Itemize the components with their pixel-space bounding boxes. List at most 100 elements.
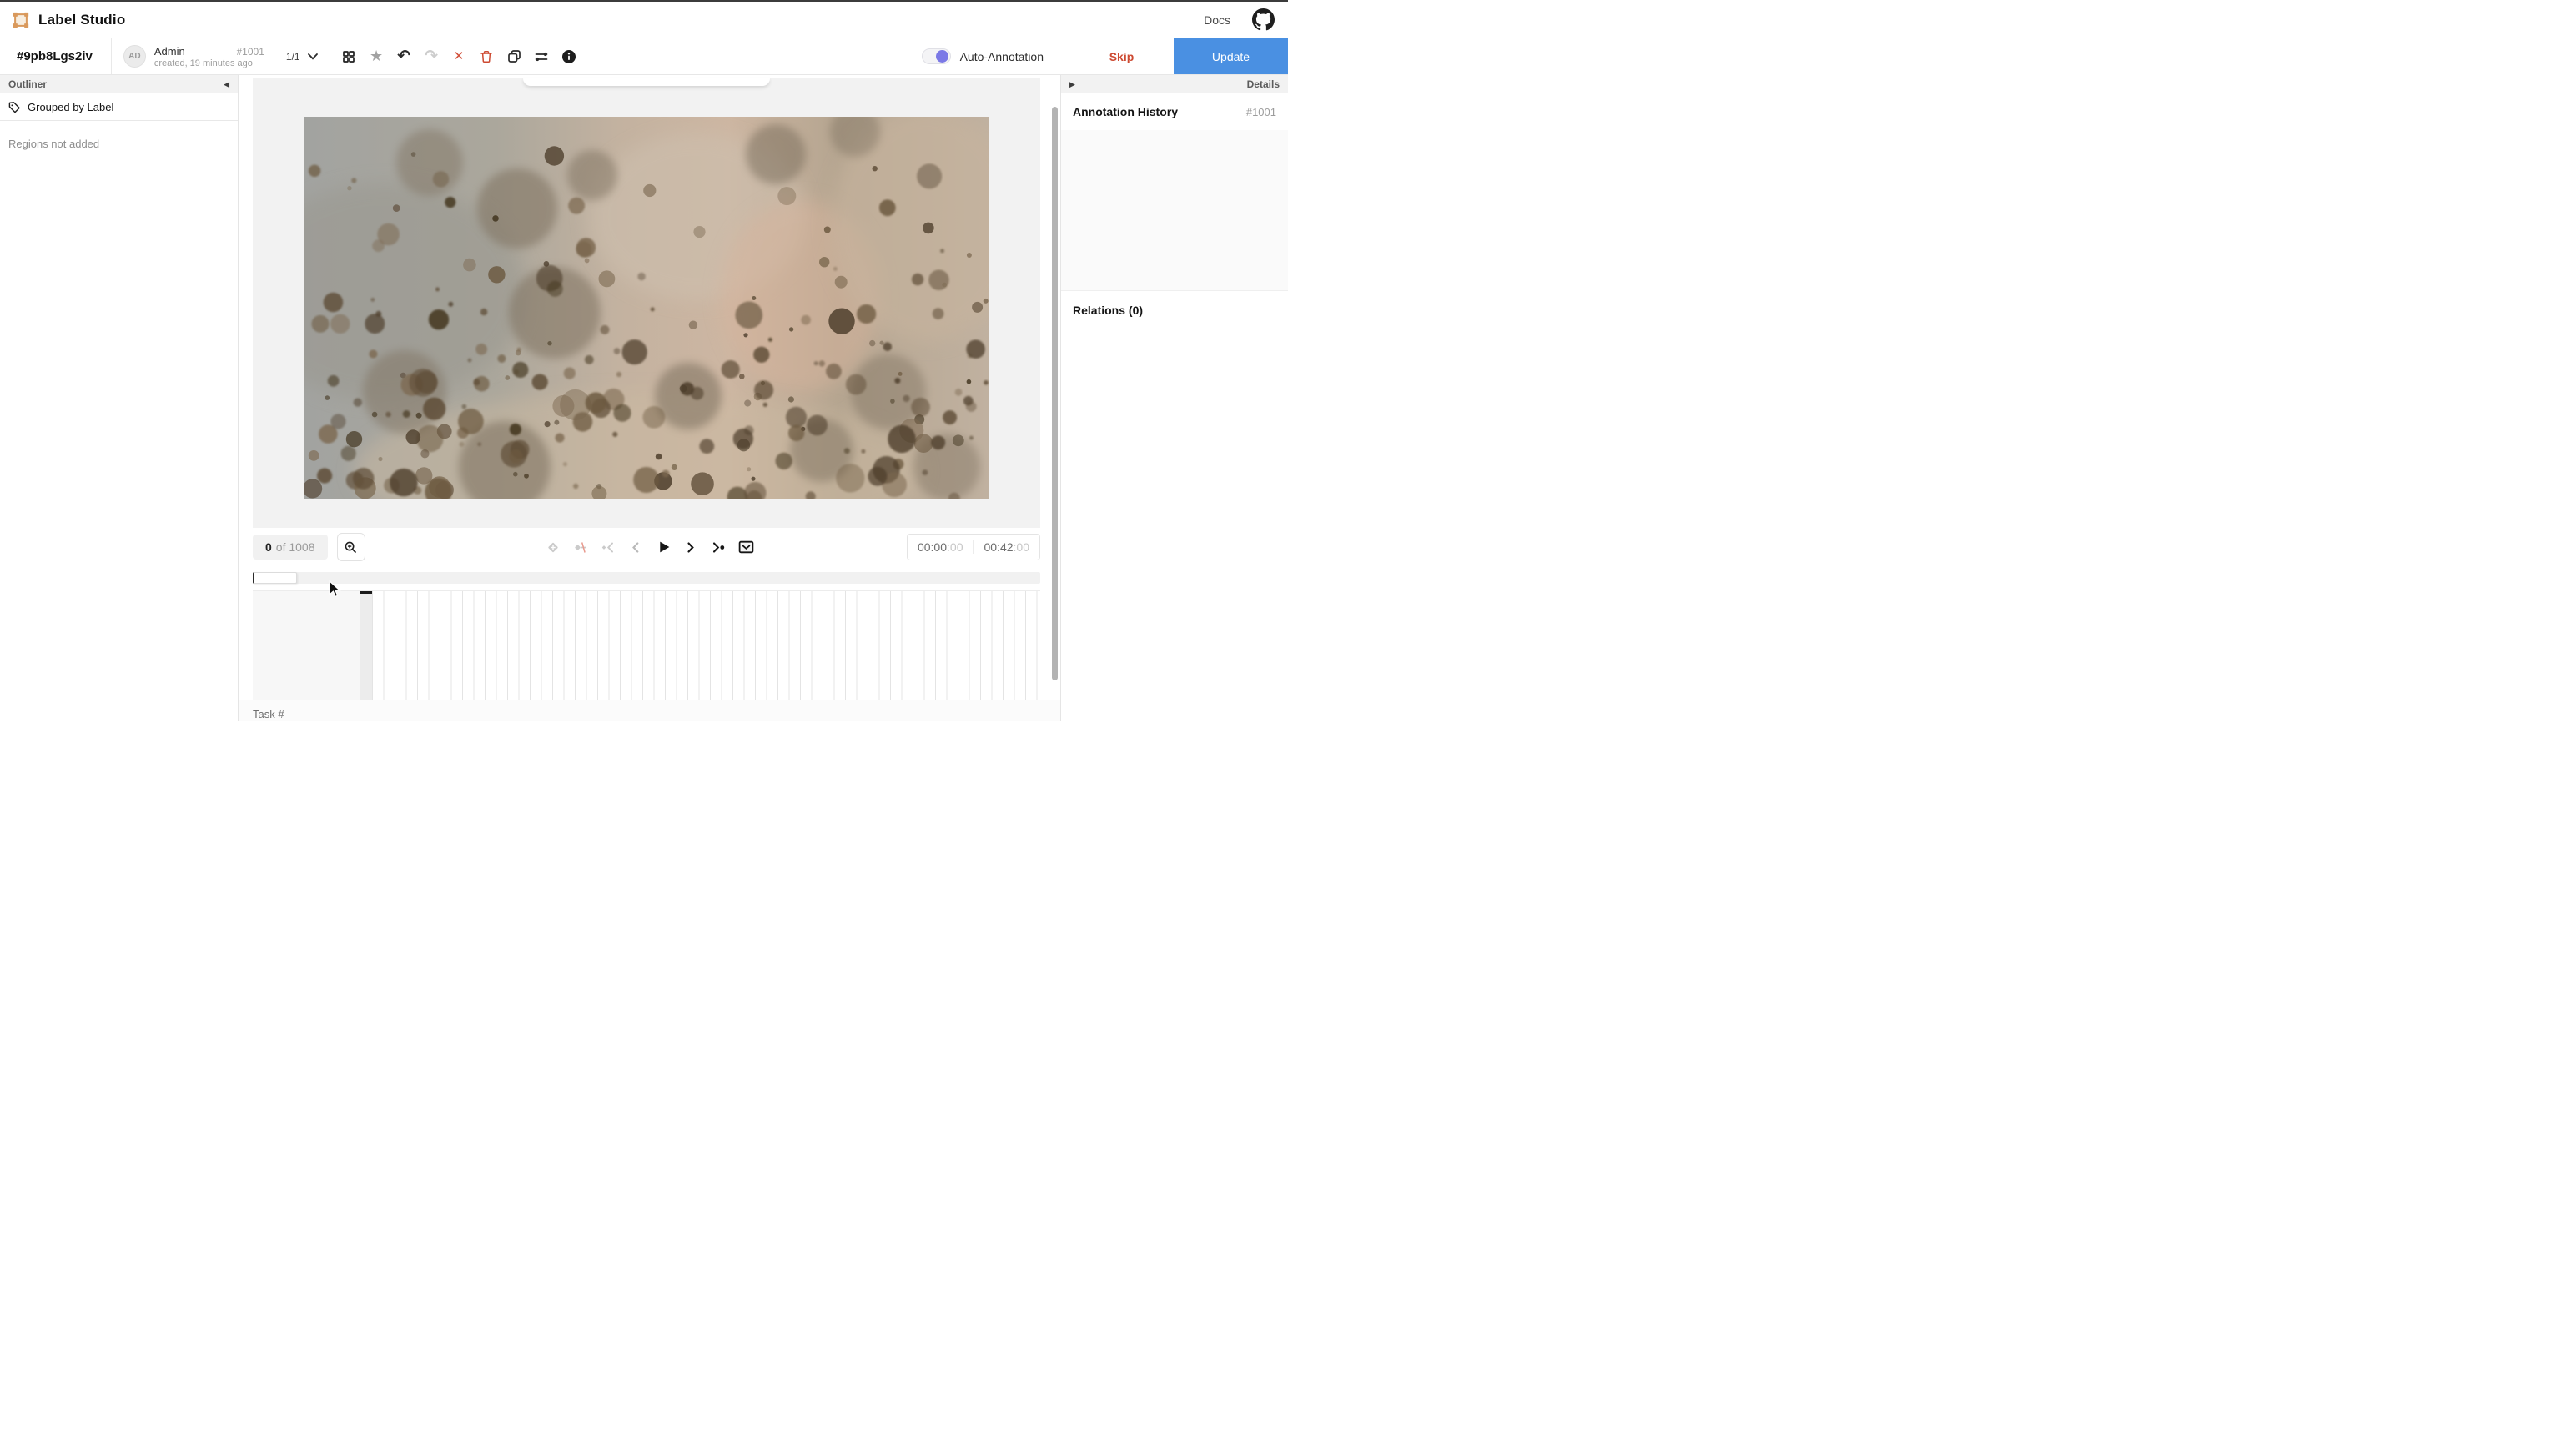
next-keypoint-button[interactable] [710,539,727,555]
time-current: 00:00:00 [908,540,974,554]
keypoint-add-button[interactable] [545,539,561,555]
details-header: ▶ Details [1061,75,1288,93]
project-id: #9pb8Lgs2iv [0,49,111,63]
next-frame-icon [683,540,699,555]
time-total: 00:42:00 [974,540,1039,554]
annotation-stage: 0 of 1008 [239,75,1060,720]
info-button[interactable] [556,38,583,75]
settings-sliders-button[interactable] [528,38,556,75]
regions-empty-text: Regions not added [8,138,238,150]
annotation-id: #1001 [237,46,264,58]
group-mode-label: Grouped by Label [28,101,113,113]
redo-icon: ↷ [425,48,438,64]
next-frame-button[interactable] [682,539,699,555]
label-studio-app: Label Studio Docs #9pb8Lgs2iv AD Admin #… [0,0,1288,720]
undo-button[interactable]: ↶ [390,38,418,75]
vertical-scrollbar[interactable] [1052,107,1058,680]
keypoint-remove-icon [573,540,589,555]
redo-button[interactable]: ↷ [418,38,445,75]
keypoint-add-icon [546,540,561,555]
toolbar-left: #9pb8Lgs2iv AD Admin #1001 created, 19 m… [0,38,583,74]
timeline-scrollbar[interactable] [253,572,1040,584]
duplicate-annotation-button[interactable] [501,38,528,75]
video-controls: 0 of 1008 [239,528,1060,567]
annotation-history-row[interactable]: Annotation History #1001 [1061,93,1288,130]
details-panel: ▶ Details Annotation History #1001 Relat… [1060,75,1288,720]
prev-keypoint-button[interactable] [600,539,616,555]
relations-row[interactable]: Relations (0) [1061,291,1288,329]
timeline-collapse-icon [737,539,754,555]
annotation-history-content [1061,130,1288,291]
prev-keypoint-icon [601,540,616,555]
reset-button[interactable]: ✕ [445,38,473,75]
info-icon [561,49,576,64]
divider [111,38,112,74]
play-button[interactable] [655,539,672,555]
time-display: 00:00:00 00:42:00 [907,534,1040,560]
avatar[interactable]: AD [123,45,146,68]
toggle-knob [936,50,948,63]
keypoint-remove-button[interactable] [572,539,589,555]
grid-view-button[interactable] [335,38,363,75]
user-name: Admin [154,45,185,58]
task-row: Task # [239,700,1060,720]
playback-controls [545,539,754,555]
collapse-left-icon[interactable]: ◀ [224,81,229,88]
github-icon[interactable] [1252,8,1275,31]
frame-total: of 1008 [276,540,315,554]
timeline-lead-area [253,591,360,700]
chevron-down-icon [308,53,318,60]
update-button[interactable]: Update [1174,38,1288,74]
prev-frame-button[interactable] [627,539,644,555]
toolbar-right: Auto-Annotation Skip Update [922,38,1288,74]
frame-counter[interactable]: 0 of 1008 [253,535,328,560]
created-timestamp: created, 19 minutes ago [154,58,264,68]
app-title: Label Studio [38,12,125,28]
frame-current: 0 [265,540,272,554]
annotation-history-label: Annotation History [1073,105,1178,118]
duplicate-icon [506,48,522,64]
trash-icon [479,49,494,64]
annotation-toolbar: #9pb8Lgs2iv AD Admin #1001 created, 19 m… [0,38,1288,75]
user-block: Admin #1001 created, 19 minutes ago [154,45,264,68]
prev-frame-icon [628,540,644,555]
timeline-collapse-button[interactable] [737,539,754,555]
header-right: Docs [1204,8,1275,31]
floating-toolbar [523,78,770,86]
brand: Label Studio [12,11,125,29]
pager-count: 1/1 [286,51,300,63]
magnifier-plus-icon [344,540,358,555]
label-studio-logo [12,11,30,29]
tag-icon [8,101,21,113]
outliner-panel: Outliner ◀ Grouped by Label Regions not … [0,75,239,720]
annotation-history-id: #1001 [1246,106,1276,118]
task-label: Task # [253,708,284,720]
grid-icon [341,49,356,64]
skip-button[interactable]: Skip [1069,38,1174,74]
auto-annotation-toggle[interactable] [922,48,951,64]
expand-right-icon[interactable]: ▶ [1069,81,1075,88]
details-title: Details [1247,78,1280,90]
group-by-label-control[interactable]: Grouped by Label [0,93,238,121]
star-icon: ★ [370,49,383,64]
video-frame [304,117,989,499]
timeline-frames-grid[interactable] [372,591,1040,700]
undo-icon: ↶ [397,48,410,64]
auto-annotation-control: Auto-Annotation [922,38,1069,74]
video-panel [253,78,1040,528]
video-canvas[interactable] [304,117,989,499]
annotation-pager[interactable]: 1/1 [286,51,318,63]
timeline-playhead[interactable] [360,591,372,700]
auto-annotation-label: Auto-Annotation [960,50,1044,63]
outliner-title: Outliner [8,78,47,90]
delete-annotation-button[interactable] [473,38,501,75]
sliders-icon [534,49,549,64]
docs-link[interactable]: Docs [1204,13,1230,27]
content-area: Outliner ◀ Grouped by Label Regions not … [0,75,1288,720]
timeline-scrollbar-thumb[interactable] [253,572,297,584]
ground-truth-star-button[interactable]: ★ [363,38,390,75]
outliner-header: Outliner ◀ [0,75,238,93]
app-header: Label Studio Docs [0,2,1288,38]
zoom-in-button[interactable] [337,533,365,561]
timeline [253,590,1040,700]
